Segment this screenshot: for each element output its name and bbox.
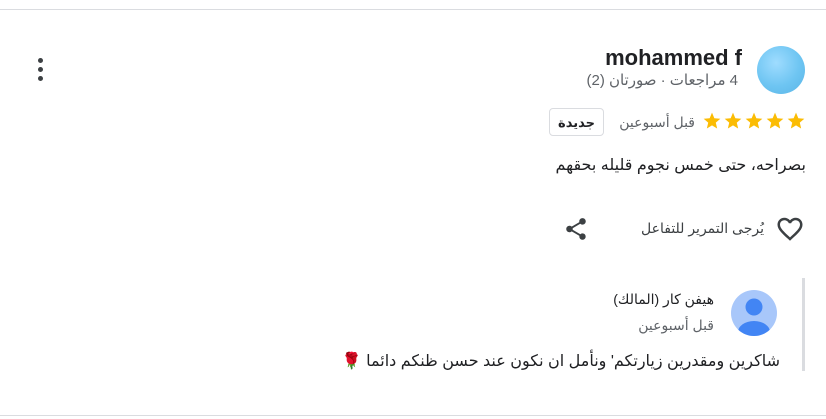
review-time: قبل أسبوعين [619, 114, 695, 130]
person-icon [738, 298, 770, 336]
heart-outline-icon [777, 217, 803, 241]
share-icon [566, 218, 586, 240]
like-hint: يُرجى التمرير للتفاعل [641, 220, 764, 236]
owner-avatar [731, 290, 777, 336]
owner-name: هيفن كار (المالك) [613, 291, 714, 307]
star-icon [724, 112, 742, 129]
top-divider [0, 9, 826, 10]
owner-reply-time: قبل أسبوعين [638, 317, 714, 333]
more-options-button[interactable] [30, 56, 52, 86]
new-badge: جديدة [549, 108, 604, 136]
owner-reply-text: شاكرين ومقدرين زيارتكم' ونأمل ان نكون عن… [341, 353, 780, 370]
star-icon [745, 112, 763, 129]
review-text: بصراحه، حتى خمس نجوم قليله بحقهم [555, 157, 806, 174]
more-vert-icon [38, 58, 43, 63]
owner-reply-bar [802, 278, 805, 371]
star-icon [703, 112, 721, 129]
like-button[interactable] [774, 214, 806, 244]
share-button[interactable] [563, 216, 589, 242]
reviewer-meta: 4 مراجعات · صورتان (2) [586, 72, 738, 89]
bottom-divider [0, 415, 826, 416]
reviewer-name[interactable]: mohammed f [605, 45, 742, 71]
star-rating [701, 111, 806, 133]
star-icon [787, 112, 805, 129]
star-icon [766, 112, 784, 129]
reviewer-avatar[interactable] [757, 46, 805, 94]
